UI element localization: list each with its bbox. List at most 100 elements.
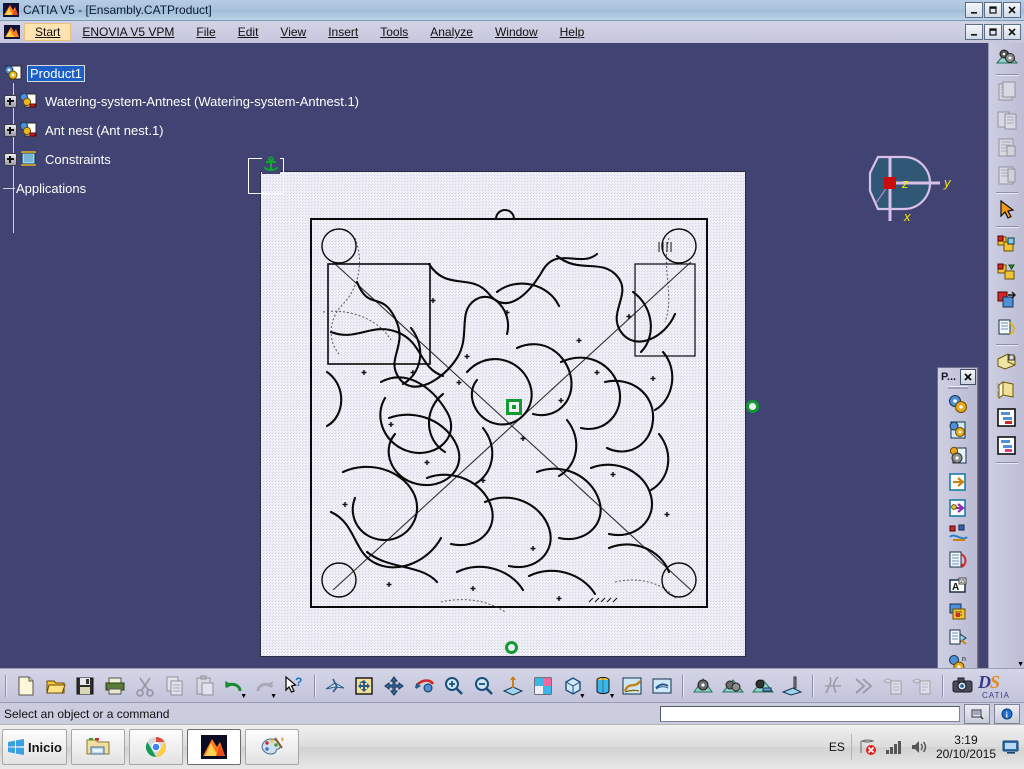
document-restore-button[interactable] [984,24,1002,40]
menu-item-edit[interactable]: Edit [227,23,270,41]
floating-toolbar-close-button[interactable] [960,368,976,385]
dock-button-catalog-list[interactable] [993,134,1021,161]
dock-button-smart-move[interactable] [993,286,1021,313]
taskbar-item-catia[interactable] [186,729,241,765]
render-dropdown-arrow[interactable]: ▼ [609,693,616,700]
toolbar-button-selective-load[interactable]: A 15 [944,573,971,599]
undo-dropdown-arrow[interactable]: ▼ [240,693,247,700]
toolbar-button-graph-tree-reorder[interactable] [944,521,971,547]
toolbar-button-cut-section[interactable] [819,672,847,700]
taskbar-item-explorer[interactable] [70,729,125,765]
menu-item-start[interactable]: Start [24,23,72,41]
toolbar-button-whats-this[interactable]: ? [280,672,308,700]
toolbar-button-normal-view[interactable] [499,672,527,700]
menu-item-enovia[interactable]: ENOVIA V5 VPM [71,23,185,41]
toolbar-button-replace-component[interactable] [944,495,971,521]
toolbar-button-fly-mode[interactable] [321,672,349,700]
dock-button-bill-of-material[interactable] [993,404,1021,431]
toolbar-button-multi-view[interactable] [529,672,557,700]
anchor-icon[interactable] [262,156,280,174]
3d-viewport[interactable]: Product1 Watering-system-Antnest (Wateri… [0,43,988,668]
dock-button-select[interactable]: ▼ [993,196,1024,668]
handle-bottom[interactable] [505,641,518,654]
speaker-icon[interactable] [910,738,930,756]
taskbar-item-paint[interactable] [244,729,299,765]
power-input-button[interactable] [964,704,990,724]
menu-item-help[interactable]: Help [549,23,596,41]
toolbar-button-fast-forward[interactable] [849,672,877,700]
drawing-sheet[interactable] [261,172,745,656]
toolbar-button-capture[interactable] [949,672,977,700]
toolbar-button-apply-material[interactable] [619,672,647,700]
menu-item-file[interactable]: File [185,23,226,41]
toolbar-button-redo[interactable]: ▼ [250,672,278,700]
document-minimize-button[interactable] [965,24,983,40]
dock-button-catalog-copy[interactable] [993,106,1021,133]
minimize-button[interactable] [965,2,983,18]
toolbar-button-open[interactable] [42,672,70,700]
dock-button-product-structure[interactable] [993,432,1021,459]
toolbar-button-print[interactable] [101,672,129,700]
toolbar-button-manage-representations-2[interactable] [944,599,971,625]
dock-button-manipulation[interactable] [993,230,1021,257]
network-error-icon[interactable] [858,738,878,756]
toolbar-button-copy[interactable] [161,672,189,700]
dock-button-update[interactable] [993,44,1021,71]
floating-toolbar-titlebar[interactable]: P... [938,368,977,385]
start-button[interactable]: Inicio [2,729,67,765]
toolbar-button-zoom-out[interactable] [470,672,498,700]
clash-dropdown-arrow[interactable]: ▼ [1017,661,1024,668]
toolbar-button-render-style[interactable]: ▼ [589,672,617,700]
toolbar-button-generate-numbering[interactable] [944,547,971,573]
taskbar-item-chrome[interactable] [128,729,183,765]
product-structure-floating-toolbar[interactable]: P... A 15 n [937,367,978,668]
menu-item-analyze[interactable]: Analyze [419,23,484,41]
dock-button-explode[interactable] [993,314,1021,341]
toolbar-button-save[interactable] [72,672,100,700]
toolbar-button-undo[interactable]: ▼ [220,672,248,700]
toolbar-button-multi-instantiation[interactable] [944,625,971,651]
menu-item-insert[interactable]: Insert [317,23,369,41]
close-button[interactable] [1003,2,1021,18]
tree-expand-watering-system[interactable] [4,95,17,108]
redo-dropdown-arrow[interactable]: ▼ [270,693,277,700]
toolbar-button-manage-representations[interactable] [944,391,971,417]
dock-button-clash-detection[interactable]: ▼ [993,348,1024,668]
toolbar-button-annotation-2[interactable] [909,672,937,700]
tree-expand-constraints[interactable] [4,153,17,166]
right-docked-toolbar[interactable]: ▼ ▼ [988,43,1024,668]
dock-button-sectioning[interactable] [993,376,1021,403]
navigation-compass[interactable]: z y x [868,151,978,231]
info-button[interactable]: i [994,704,1020,724]
toolbar-button-scene[interactable] [749,672,777,700]
toolbar-button-annotation[interactable] [879,672,907,700]
document-close-button[interactable] [1003,24,1021,40]
toolbar-button-isometric-view[interactable]: ▼ [559,672,587,700]
toolbar-button-paste[interactable] [191,672,219,700]
command-input[interactable] [660,706,960,722]
tree-node-watering-system[interactable]: Watering-system-Antnest (Watering-system… [4,87,361,116]
tree-node-constraints[interactable]: Constraints [4,145,361,174]
dock-button-snap[interactable] [993,258,1021,285]
toolbar-button-pan[interactable] [380,672,408,700]
toolbar-button-new[interactable] [12,672,40,700]
toolbar-button-hide-show[interactable] [648,672,676,700]
dock-button-catalog-browser[interactable] [993,78,1021,105]
toolbar-button-new-component[interactable] [944,443,971,469]
center-selection-marker[interactable] [506,399,522,415]
signal-bars-icon[interactable] [884,738,904,756]
toolbar-button-fast-multi-instantiation[interactable]: n [944,651,971,668]
menu-item-view[interactable]: View [269,23,317,41]
toolbar-button-manage-connections[interactable] [719,672,747,700]
menu-item-window[interactable]: Window [484,23,549,41]
tree-node-product1[interactable]: Product1 [4,59,361,87]
toolbar-button-rotate[interactable] [410,672,438,700]
toolbar-button-cut[interactable] [131,672,159,700]
toolbar-button-insert-existing[interactable] [944,469,971,495]
dock-button-catalog-detail[interactable] [993,162,1021,189]
tree-expand-ant-nest[interactable] [4,124,17,137]
tray-language[interactable]: ES [829,740,845,754]
show-desktop-icon[interactable] [1002,739,1020,755]
restore-button[interactable] [984,2,1002,18]
toolbar-button-measure[interactable] [778,672,806,700]
